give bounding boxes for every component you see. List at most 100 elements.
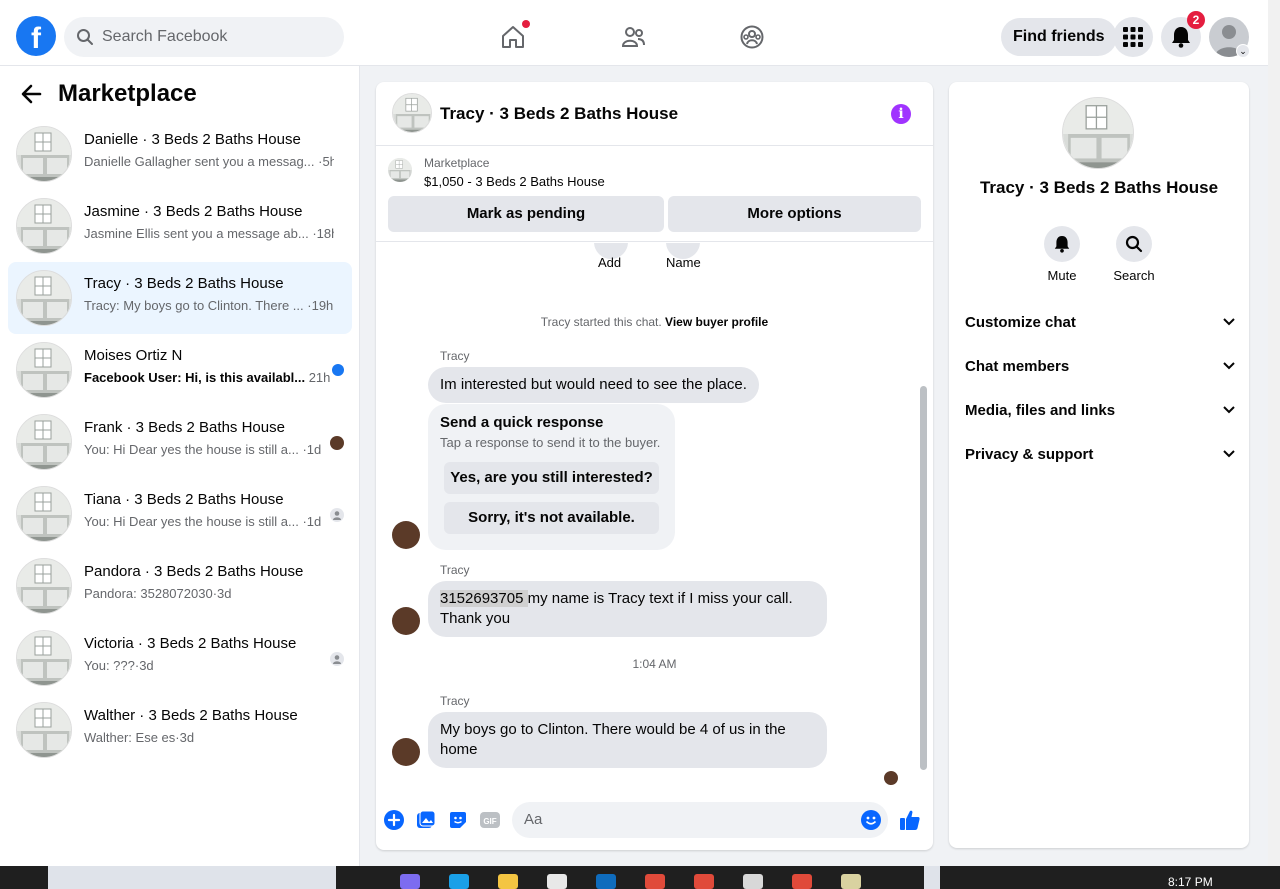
file-explorer-icon[interactable] — [498, 874, 518, 889]
customize-chat-row[interactable]: Customize chat — [965, 306, 1235, 338]
conversation-avatar — [16, 270, 72, 326]
quick-response-title: Send a quick response — [440, 414, 604, 431]
conversation-preview: Facebook User: Hi, is this availabl... 2… — [84, 370, 334, 385]
unread-dot — [332, 364, 344, 376]
chevron-down-icon — [1223, 362, 1235, 370]
notepad-icon[interactable] — [841, 874, 861, 889]
message-thread[interactable]: Add Name Tracy started this chat. View b… — [376, 243, 933, 788]
page-scrollbar[interactable] — [1268, 0, 1280, 866]
quick-response-yes-button[interactable]: Yes, are you still interested? — [444, 462, 659, 494]
listing-thumbnail[interactable] — [388, 158, 412, 182]
info-avatar[interactable] — [1062, 97, 1134, 169]
chrome-icon[interactable] — [694, 874, 714, 889]
plus-icon[interactable] — [383, 809, 405, 831]
sender-avatar[interactable] — [392, 738, 420, 766]
chat-avatar[interactable] — [392, 93, 432, 133]
conversation-row[interactable]: Tiana · 3 Beds 2 Baths House You: Hi Dear… — [8, 478, 352, 550]
conversation-preview: Walther: Ese es·3d — [84, 730, 334, 745]
conversation-preview: You: ???·3d — [84, 658, 334, 673]
conversation-title: Victoria · 3 Beds 2 Baths House — [84, 635, 297, 652]
edge-icon[interactable] — [449, 874, 469, 889]
gif-icon[interactable]: GIF — [479, 809, 501, 831]
conversation-avatar — [16, 126, 72, 182]
mute-button[interactable]: Mute — [1032, 226, 1092, 283]
chat-title[interactable]: Tracy · 3 Beds 2 Baths House — [440, 104, 678, 124]
row-label: Media, files and links — [965, 401, 1116, 419]
conversation-row[interactable]: Jasmine · 3 Beds 2 Baths House Jasmine El… — [8, 190, 352, 262]
copilot-icon[interactable] — [400, 874, 420, 889]
conversation-row[interactable]: Moises Ortiz N Facebook User: Hi, is this… — [8, 334, 352, 406]
conversation-row[interactable]: Walther · 3 Beds 2 Baths House Walther: E… — [8, 694, 352, 766]
photo-icon[interactable] — [415, 809, 437, 831]
conversation-time: 21h — [305, 370, 331, 385]
view-buyer-profile-link[interactable]: View buyer profile — [665, 315, 768, 329]
message-text: my name is Tracy text if I miss your cal… — [527, 590, 793, 607]
chat-scroll-thumb[interactable] — [920, 386, 927, 770]
preview-text: Walther: Ese es — [84, 730, 176, 745]
search-conversation-button[interactable]: Search — [1104, 226, 1164, 283]
row-label: Privacy & support — [965, 445, 1094, 463]
media-files-links-row[interactable]: Media, files and links — [965, 394, 1235, 426]
search-input[interactable]: Search Facebook — [64, 17, 344, 57]
chevron-down-icon — [1223, 318, 1235, 326]
conversation-avatar — [16, 558, 72, 614]
conversation-row[interactable]: Tracy · 3 Beds 2 Baths House Tracy: My bo… — [8, 262, 352, 334]
message-bubble[interactable]: My boys go to Clinton. There would be 4 … — [428, 712, 827, 768]
conversation-title: Danielle · 3 Beds 2 Baths House — [84, 131, 301, 148]
groups-icon[interactable] — [737, 22, 767, 52]
listing-price-title[interactable]: $1,050 - 3 Beds 2 Baths House — [424, 174, 605, 189]
message-timestamp: 1:04 AM — [632, 657, 677, 671]
info-icon[interactable]: i — [891, 104, 911, 124]
app-icon[interactable] — [743, 874, 763, 889]
sticker-icon[interactable] — [447, 809, 469, 831]
mark-as-pending-button[interactable]: Mark as pending — [388, 196, 664, 232]
chat-members-row[interactable]: Chat members — [965, 350, 1235, 382]
find-friends-button[interactable]: Find friends — [1001, 18, 1117, 56]
preview-text: You: ??? — [84, 658, 135, 673]
conversation-info-panel: Tracy · 3 Beds 2 Baths House Mute Search… — [949, 82, 1249, 848]
facebook-logo[interactable]: f — [16, 16, 56, 56]
row-label: Customize chat — [965, 313, 1076, 331]
home-icon[interactable] — [498, 20, 530, 52]
info-title[interactable]: Tracy · 3 Beds 2 Baths House — [949, 178, 1249, 198]
emoji-icon[interactable] — [860, 809, 882, 831]
chat-window: Tracy · 3 Beds 2 Baths House i Marketpla… — [376, 82, 933, 850]
message-input[interactable]: Aa — [512, 802, 888, 838]
conversation-title: Moises Ortiz N — [84, 347, 183, 364]
home-notification-dot — [522, 20, 530, 28]
conversation-title: Frank · 3 Beds 2 Baths House — [84, 419, 285, 436]
friends-icon[interactable] — [618, 22, 648, 52]
notification-count-badge: 2 — [1187, 11, 1205, 29]
message-sender: Tracy — [440, 563, 470, 577]
chat-scrollbar[interactable] — [919, 243, 927, 788]
message-bubble[interactable]: Im interested but would need to see the … — [428, 367, 759, 403]
chrome-icon[interactable] — [792, 874, 812, 889]
notifications-button[interactable]: 2 — [1161, 11, 1205, 57]
phone-number-highlight[interactable]: 3152693705 — [440, 590, 528, 607]
thumbs-up-icon[interactable] — [899, 809, 921, 831]
seen-avatar — [330, 436, 344, 450]
more-options-button[interactable]: More options — [668, 196, 921, 232]
outlook-icon[interactable] — [596, 874, 616, 889]
taskbar-start-area[interactable] — [0, 866, 48, 889]
sender-avatar[interactable] — [392, 521, 420, 549]
sender-avatar[interactable] — [392, 607, 420, 635]
search-label: Search — [1113, 268, 1155, 283]
conversation-row[interactable]: Victoria · 3 Beds 2 Baths House You: ???·… — [8, 622, 352, 694]
chrome-icon[interactable] — [645, 874, 665, 889]
conversation-row[interactable]: Frank · 3 Beds 2 Baths House You: Hi Dear… — [8, 406, 352, 478]
privacy-support-row[interactable]: Privacy & support — [965, 438, 1235, 470]
row-label: Chat members — [965, 357, 1070, 375]
quick-response-subtitle: Tap a response to send it to the buyer. — [440, 435, 661, 450]
back-arrow-icon[interactable] — [20, 83, 42, 105]
store-icon[interactable] — [547, 874, 567, 889]
preview-text: You: Hi Dear yes the house is still a... — [84, 514, 299, 529]
chevron-down-icon[interactable]: ⌄ — [1236, 44, 1250, 58]
conversation-preview: Jasmine Ellis sent you a message ab... ·… — [84, 226, 334, 241]
message-bubble[interactable]: 3152693705 my name is Tracy text if I mi… — [428, 581, 827, 637]
menu-grid-button[interactable] — [1113, 17, 1153, 57]
conversation-row[interactable]: Danielle · 3 Beds 2 Baths House Danielle … — [8, 118, 352, 190]
grid-icon — [1123, 27, 1143, 47]
conversation-row[interactable]: Pandora · 3 Beds 2 Baths House Pandora: 3… — [8, 550, 352, 622]
quick-response-no-button[interactable]: Sorry, it's not available. — [444, 502, 659, 534]
